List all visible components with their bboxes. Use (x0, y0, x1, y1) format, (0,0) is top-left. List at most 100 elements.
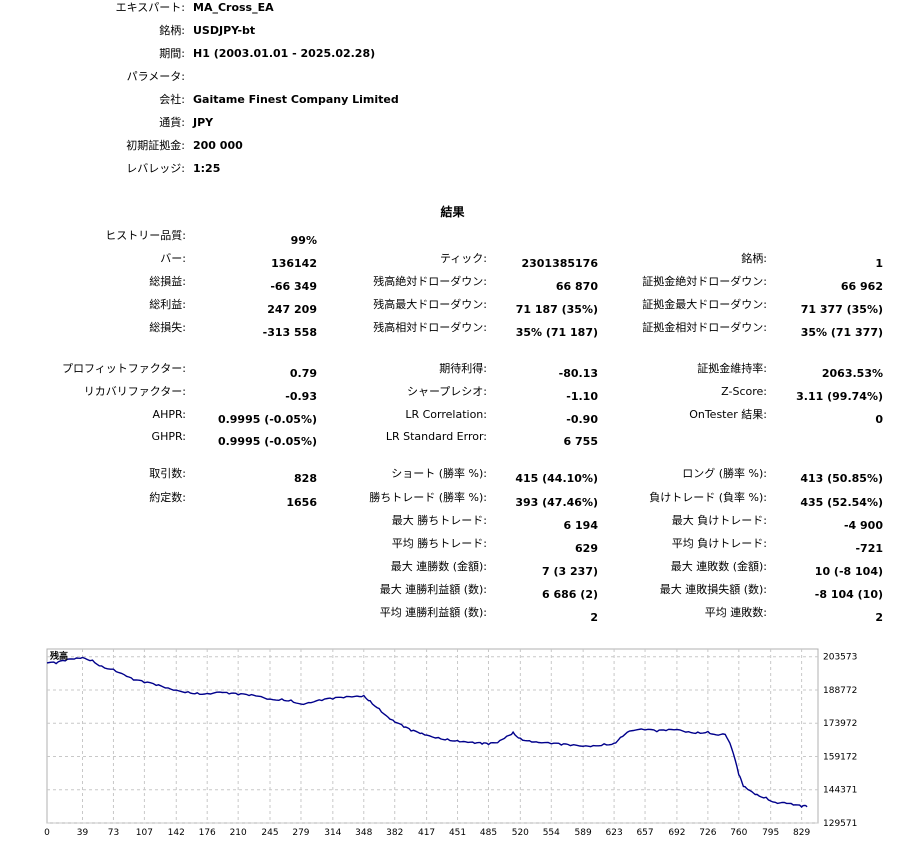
stat-label: GHPR: (151, 430, 186, 443)
settings-label: 通貨: (159, 116, 185, 129)
stat-value: -0.90 (566, 413, 598, 426)
stat-value: 6 755 (563, 435, 598, 448)
stat-value: 435 (52.54%) (800, 496, 883, 509)
settings-label: 初期証拠金: (126, 139, 185, 152)
y-tick-label: 144371 (823, 786, 857, 796)
stat-value: -66 349 (270, 280, 317, 293)
x-tick-label: 692 (668, 828, 685, 838)
stat-label: 最大 負けトレード: (671, 514, 767, 527)
stat-value: -4 900 (843, 519, 883, 532)
stat-value: 0.9995 (-0.05%) (217, 413, 317, 426)
stat-label: 最大 連敗数 (金額): (670, 560, 767, 573)
x-tick-label: 210 (230, 828, 247, 838)
stat-value: 393 (47.46%) (515, 496, 598, 509)
stat-value: -0.93 (285, 390, 317, 403)
settings-value: 200 000 (193, 139, 243, 152)
stat-value: 0.9995 (-0.05%) (217, 435, 317, 448)
stat-label: 最大 連敗損失額 (数): (659, 583, 767, 596)
stat-label: 平均 連勝利益額 (数): (379, 606, 487, 619)
stat-label: 総損益: (149, 275, 186, 288)
settings-value: USDJPY-bt (193, 24, 256, 37)
settings-value: MA_Cross_EA (193, 1, 274, 14)
settings-label: 銘柄: (159, 24, 185, 37)
stat-value: 629 (575, 542, 598, 555)
x-tick-label: 142 (168, 828, 185, 838)
settings-value: JPY (193, 116, 214, 129)
x-tick-label: 795 (762, 828, 779, 838)
stat-label: 証拠金最大ドローダウン: (642, 298, 767, 311)
stat-label: 平均 負けトレード: (671, 537, 767, 550)
chart-x-ticks: 0 39 73 107 142 176 210 245 279 314 348 382 417 451 48… (44, 828, 810, 838)
stat-label: 残高相対ドローダウン: (373, 321, 487, 334)
x-tick-label: 554 (543, 828, 560, 838)
chart-plot-area (46, 648, 819, 824)
stat-value: 35% (71 377) (800, 326, 883, 339)
stat-value: 1656 (286, 496, 317, 509)
stat-value: 10 (-8 104) (814, 565, 883, 578)
x-tick-label: 485 (480, 828, 497, 838)
stat-label: 期待利得: (439, 362, 487, 375)
x-tick-label: 451 (449, 828, 466, 838)
x-tick-label: 657 (636, 828, 653, 838)
stat-label: 証拠金相対ドローダウン: (642, 321, 767, 334)
stat-label: 最大 勝ちトレード: (391, 514, 487, 527)
stat-value: 99% (290, 234, 317, 247)
stat-label: 平均 勝ちトレード: (391, 537, 487, 550)
settings-value: H1 (2003.01.01 - 2025.02.28) (193, 47, 376, 60)
stat-value: 6 686 (2) (542, 588, 598, 601)
stat-label: 総利益: (149, 298, 186, 311)
x-tick-label: 829 (793, 828, 810, 838)
x-tick-label: 39 (77, 828, 89, 838)
x-tick-label: 176 (199, 828, 216, 838)
stat-label: Z-Score: (721, 385, 767, 398)
x-tick-label: 589 (575, 828, 592, 838)
settings-label: 会社: (159, 93, 185, 106)
stat-label: シャープレシオ: (406, 385, 487, 398)
x-tick-label: 245 (261, 828, 278, 838)
stat-label: 負けトレード (負率 %): (649, 491, 767, 504)
x-tick-label: 73 (108, 828, 119, 838)
stat-value: 2 (875, 611, 883, 624)
stat-label: 証拠金維持率: (697, 362, 767, 375)
x-tick-label: 760 (730, 828, 747, 838)
stat-label: 最大 連勝数 (金額): (390, 560, 487, 573)
stat-label: 残高絶対ドローダウン: (373, 275, 487, 288)
settings-label: 期間: (159, 47, 185, 60)
stat-value: -1.10 (566, 390, 598, 403)
stat-value: 0.79 (289, 367, 317, 380)
x-tick-label: 417 (418, 828, 435, 838)
stat-label: ヒストリー品質: (105, 229, 186, 242)
stat-label: 平均 連敗数: (704, 606, 767, 619)
stat-label: 証拠金絶対ドローダウン: (642, 275, 767, 288)
stat-value: -313 558 (262, 326, 317, 339)
stat-value: -8 104 (10) (814, 588, 883, 601)
settings-label: レバレッジ: (126, 162, 185, 175)
stat-label: ショート (勝率 %): (391, 467, 487, 480)
stat-label: OnTester 結果: (689, 408, 767, 421)
stat-label: AHPR: (152, 408, 186, 421)
x-tick-label: 348 (355, 828, 372, 838)
stat-value: 2063.53% (821, 367, 883, 380)
stat-label: ロング (勝率 %): (682, 467, 767, 480)
y-tick-label: 188772 (823, 686, 857, 696)
chart-title: 残高 (50, 650, 68, 662)
balance-chart: 0 39 73 107 142 176 210 245 279 314 348 382 417 451 48… (44, 648, 857, 838)
stat-label: LR Correlation: (405, 408, 487, 421)
stat-label: ティック: (439, 252, 487, 265)
stat-value: -721 (855, 542, 883, 555)
settings-value: 1:25 (193, 162, 221, 175)
chart-y-ticks: 203573 188772 173972 159172 144371 129571 (823, 653, 857, 829)
settings-label: エキスパート: (115, 1, 185, 14)
results-title: 結果 (440, 205, 465, 219)
stat-value: 66 962 (840, 280, 883, 293)
stat-label: 総損失: (149, 321, 186, 334)
y-tick-label: 173972 (823, 719, 857, 729)
settings-value: Gaitame Finest Company Limited (193, 93, 399, 106)
stat-value: 66 870 (555, 280, 598, 293)
y-tick-label: 159172 (823, 752, 857, 762)
x-tick-label: 726 (699, 828, 716, 838)
stat-value: 71 187 (35%) (515, 303, 598, 316)
x-tick-label: 382 (386, 828, 403, 838)
stat-value: 413 (50.85%) (800, 472, 883, 485)
stat-value: 35% (71 187) (515, 326, 598, 339)
